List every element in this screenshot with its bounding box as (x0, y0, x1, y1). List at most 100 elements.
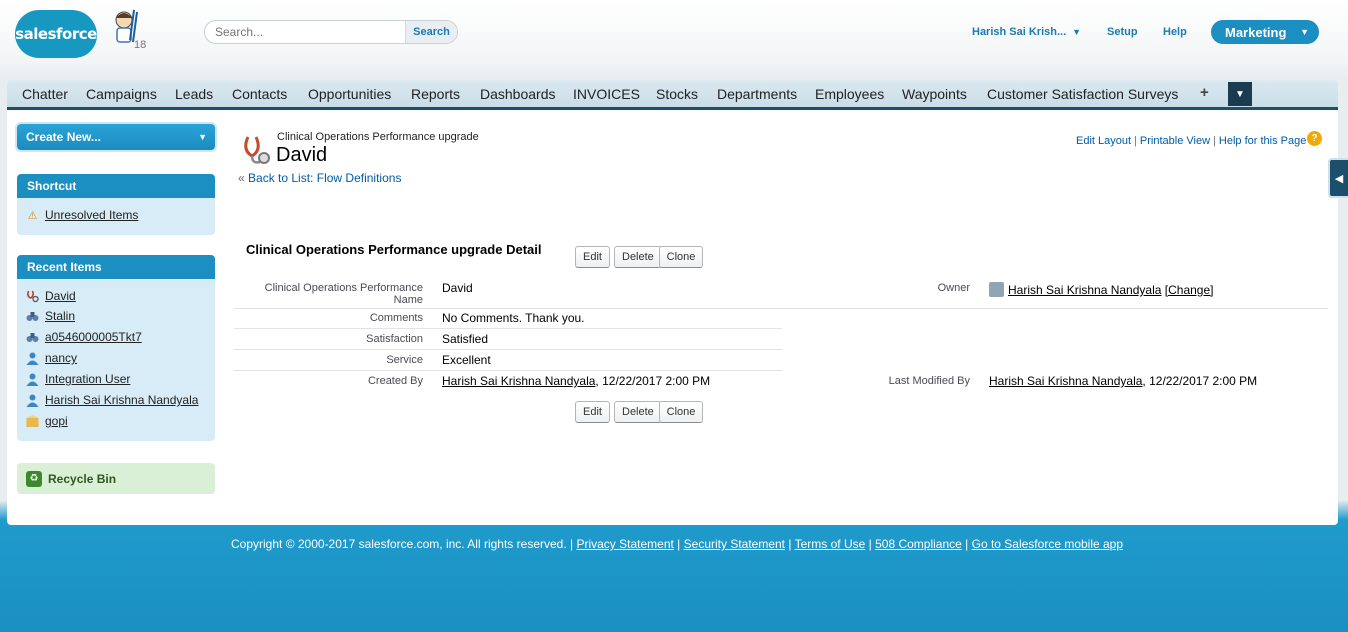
user-icon (989, 282, 1004, 297)
modified-by-label: Last Modified By (888, 375, 970, 387)
tab-waypoints[interactable]: Waypoints (902, 86, 967, 102)
recycle-bin-icon: ♻ (26, 470, 42, 487)
recent-item[interactable]: Stalin (25, 309, 75, 323)
delete-button[interactable]: Delete (614, 401, 662, 423)
privacy-statement-link[interactable]: Privacy Statement (576, 537, 673, 551)
tab-chatter[interactable]: Chatter (22, 86, 68, 102)
recent-item[interactable]: a0546000005Tkt7 (25, 330, 142, 344)
recent-item-link[interactable]: Harish Sai Krishna Nandyala (45, 393, 198, 407)
user-icon (26, 373, 39, 386)
separator: | (1134, 135, 1137, 147)
comments-field-label: Comments (369, 312, 423, 324)
tab-leads[interactable]: Leads (175, 86, 213, 102)
tab-bar: Chatter Campaigns Leads Contacts Opportu… (7, 80, 1338, 110)
modified-by-date: , 12/22/2017 2:00 PM (1142, 374, 1258, 388)
recent-item[interactable]: gopi (25, 414, 68, 428)
recent-items-title: Recent Items (27, 260, 102, 274)
mobile-app-link[interactable]: Go to Salesforce mobile app (972, 537, 1123, 551)
tab-departments[interactable]: Departments (717, 86, 797, 102)
caret-down-icon: ▼ (198, 132, 207, 142)
caret-down-icon: ▼ (1300, 27, 1309, 37)
name-field-value: David (442, 281, 473, 295)
search-box: Search (204, 20, 458, 44)
app-menu-button[interactable]: Marketing ▼ (1211, 20, 1319, 44)
recent-item-link[interactable]: David (45, 289, 76, 303)
page-links: Edit Layout | Printable View | Help for this… (1076, 135, 1306, 147)
warning-icon: ⚠ (27, 209, 38, 222)
binoculars-icon (26, 333, 39, 342)
user-menu[interactable]: Harish Sai Krish... ▼ (972, 26, 1081, 38)
printable-view-link[interactable]: Printable View (1140, 135, 1210, 147)
tab-campaigns[interactable]: Campaigns (86, 86, 157, 102)
user-icon (26, 394, 39, 407)
shortcut-panel: ⚠ Unresolved Items (17, 198, 215, 235)
stethoscope-icon (27, 290, 39, 303)
recent-item[interactable]: nancy (25, 351, 77, 365)
recent-item-link[interactable]: gopi (45, 414, 68, 428)
created-by-value: Harish Sai Krishna Nandyala, 12/22/2017 … (442, 374, 710, 388)
recent-item-link[interactable]: nancy (45, 351, 77, 365)
tab-opportunities[interactable]: Opportunities (308, 86, 391, 102)
row-divider (234, 328, 782, 329)
change-owner-link[interactable]: [Change] (1165, 283, 1214, 297)
tab-customer-satisfaction-surveys[interactable]: Customer Satisfaction Surveys (987, 86, 1178, 102)
footer: Copyright © 2000-2017 salesforce.com, in… (231, 537, 1124, 551)
owner-field-label: Owner (937, 282, 970, 294)
create-new-button[interactable]: Create New... ▼ (17, 124, 215, 150)
recent-item[interactable]: Integration User (25, 372, 130, 386)
detail-section-title: Clinical Operations Performance upgrade … (246, 242, 542, 257)
edit-button[interactable]: Edit (575, 401, 610, 423)
clone-button[interactable]: Clone (659, 401, 703, 423)
recent-items-header: Recent Items (17, 255, 215, 279)
caret-down-icon: ▼ (1235, 88, 1245, 100)
recent-items-panel: David Stalin a0546000005Tkt7 nancy Integ… (17, 279, 215, 441)
caret-down-icon: ▼ (1072, 27, 1082, 37)
help-question-icon[interactable]: ? (1307, 131, 1322, 146)
back-to-list-link[interactable]: Back to List: (248, 171, 313, 185)
help-for-page-link[interactable]: Help for this Page (1219, 135, 1306, 147)
security-statement-link[interactable]: Security Statement (684, 537, 785, 551)
edit-button[interactable]: Edit (575, 246, 610, 268)
tab-overflow-button[interactable]: ▼ (1228, 82, 1252, 106)
all-tabs-plus-icon[interactable]: + (1200, 84, 1209, 101)
clone-button[interactable]: Clone (659, 246, 703, 268)
recent-item-link[interactable]: Integration User (45, 372, 130, 386)
salesforce-logo[interactable]: salesforce (15, 10, 97, 58)
recent-item[interactable]: David (25, 289, 76, 303)
tab-invoices[interactable]: INVOICES (573, 86, 640, 102)
recent-item-link[interactable]: a0546000005Tkt7 (45, 330, 142, 344)
mascot-count: 18 (134, 39, 147, 51)
help-link[interactable]: Help (1163, 26, 1187, 38)
unresolved-items-link[interactable]: Unresolved Items (45, 208, 138, 222)
shortcut-item[interactable]: ⚠ Unresolved Items (25, 208, 139, 222)
shortcut-header: Shortcut (17, 174, 215, 198)
box-icon (26, 415, 39, 427)
search-button[interactable]: Search (405, 21, 457, 43)
created-by-user-link[interactable]: Harish Sai Krishna Nandyala (442, 374, 595, 388)
delete-button[interactable]: Delete (614, 246, 662, 268)
app-name: Marketing (1225, 24, 1287, 40)
tab-dashboards[interactable]: Dashboards (480, 86, 556, 102)
owner-link[interactable]: Harish Sai Krishna Nandyala (1008, 283, 1161, 297)
modified-by-value: Harish Sai Krishna Nandyala, 12/22/2017 … (989, 374, 1257, 388)
service-field-label: Service (386, 354, 423, 366)
setup-link[interactable]: Setup (1107, 26, 1138, 38)
508-compliance-link[interactable]: 508 Compliance (875, 537, 962, 551)
recent-item[interactable]: Harish Sai Krishna Nandyala (25, 393, 198, 407)
tab-employees[interactable]: Employees (815, 86, 884, 102)
service-field-value: Excellent (442, 353, 491, 367)
edit-layout-link[interactable]: Edit Layout (1076, 135, 1131, 147)
created-by-date: , 12/22/2017 2:00 PM (595, 374, 711, 388)
search-input[interactable] (205, 21, 405, 43)
terms-of-use-link[interactable]: Terms of Use (795, 537, 866, 551)
recent-item-link[interactable]: Stalin (45, 309, 75, 323)
modified-by-user-link[interactable]: Harish Sai Krishna Nandyala (989, 374, 1142, 388)
tab-stocks[interactable]: Stocks (656, 86, 698, 102)
row-divider (234, 308, 1328, 309)
back-target-link[interactable]: Flow Definitions (317, 171, 402, 185)
tab-contacts[interactable]: Contacts (232, 86, 287, 102)
recycle-bin-link[interactable]: ♻ Recycle Bin (17, 463, 215, 494)
tab-reports[interactable]: Reports (411, 86, 460, 102)
collapse-sidebar-tab[interactable]: ◀ (1328, 158, 1348, 198)
satisfaction-field-label: Satisfaction (366, 333, 423, 345)
